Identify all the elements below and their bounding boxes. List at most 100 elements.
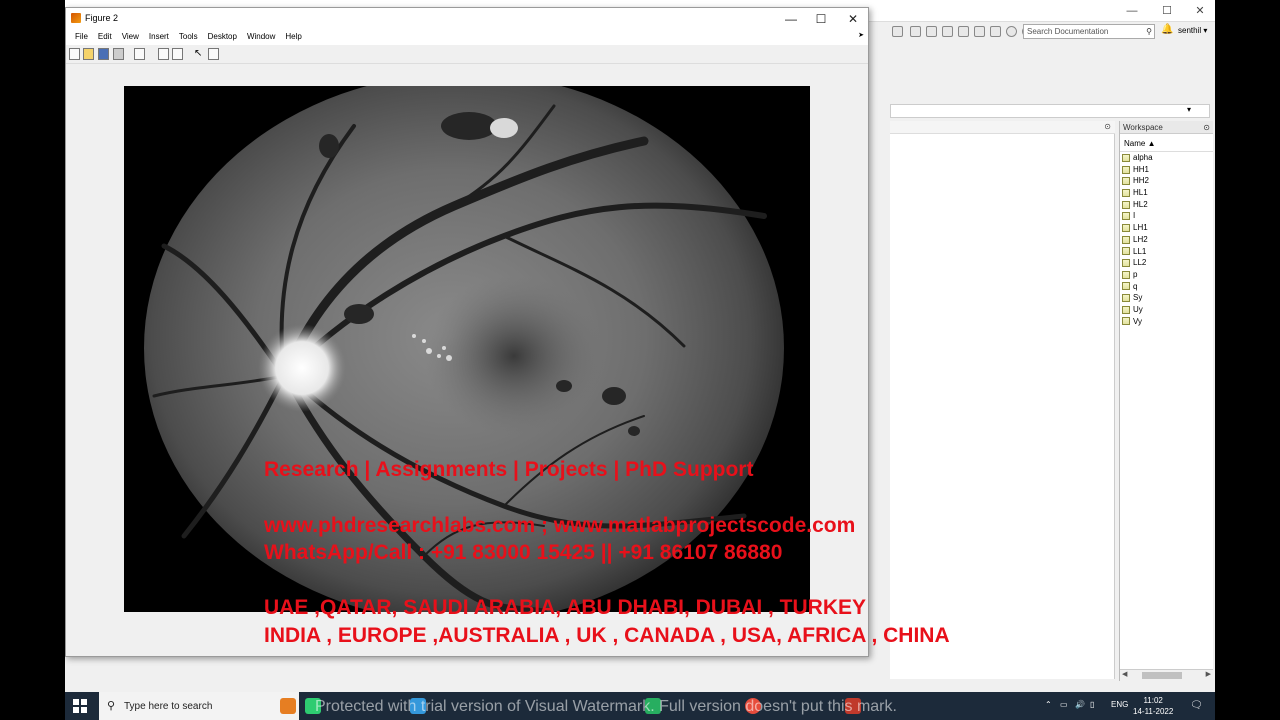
variable-icon (1122, 200, 1130, 209)
scrollbar-thumb[interactable] (1142, 672, 1182, 679)
workspace-variable-row[interactable]: Sy (1120, 292, 1213, 304)
language-indicator[interactable]: ENG (1111, 700, 1128, 709)
variable-icon (1122, 153, 1130, 162)
overlay-text-services: Research | Assignments | Projects | PhD … (264, 458, 754, 481)
close-icon[interactable]: ✕ (838, 11, 868, 27)
cut-icon[interactable] (926, 26, 937, 37)
clock-date: 14-11-2022 (1133, 707, 1174, 716)
undo-icon[interactable] (974, 26, 985, 37)
variable-icon (1122, 294, 1130, 303)
link-plot-icon[interactable] (134, 48, 145, 60)
variable-icon (1122, 317, 1130, 326)
variable-name: HH1 (1133, 164, 1150, 174)
variable-name: LL2 (1133, 258, 1147, 268)
paste-icon[interactable] (958, 26, 969, 37)
figure-menubar: File Edit View Insert Tools Desktop Window Help… (66, 29, 868, 45)
variable-name: q (1133, 281, 1138, 291)
notification-center-icon[interactable]: 🗨 (1190, 700, 1203, 711)
command-window-header: ⊙ (890, 121, 1115, 134)
workspace-variable-row[interactable]: HL1 (1120, 187, 1213, 199)
variable-name: HL1 (1133, 188, 1148, 198)
workspace-variable-row[interactable]: Uy (1120, 304, 1213, 316)
column-header-name[interactable]: Name ▲ (1120, 134, 1213, 152)
network-icon[interactable]: ▭ (1060, 700, 1068, 709)
variable-name: alpha (1133, 153, 1153, 162)
chevron-down-icon[interactable]: ▾ (1187, 105, 1191, 114)
search-icon[interactable]: ⚲ (1146, 25, 1152, 38)
variable-icon (1122, 165, 1130, 174)
figure-titlebar: Figure 2 — ☐ ✕ (66, 8, 868, 29)
back-icon[interactable] (892, 26, 903, 37)
command-window[interactable] (890, 134, 1115, 679)
variable-name: p (1133, 269, 1138, 279)
search-documentation-input[interactable]: Search Documentation ⚲ (1023, 24, 1155, 39)
new-figure-icon[interactable] (69, 48, 80, 60)
workspace-variable-row[interactable]: HL2 (1120, 199, 1213, 211)
workspace-variable-row[interactable]: HH1 (1120, 164, 1213, 176)
workspace-variable-row[interactable]: q (1120, 281, 1213, 293)
workspace-variable-row[interactable]: HH2 (1120, 175, 1213, 187)
letterbox-left (0, 0, 65, 720)
volume-icon[interactable]: 🔊 (1075, 700, 1085, 709)
insert-legend-icon[interactable] (172, 48, 183, 60)
insert-colorbar-icon[interactable] (158, 48, 169, 60)
close-icon[interactable]: ✕ (1193, 4, 1207, 18)
menu-edit[interactable]: Edit (93, 29, 117, 45)
workspace-variable-row[interactable]: LL2 (1120, 257, 1213, 269)
property-inspector-icon[interactable] (208, 48, 219, 60)
scroll-right-icon[interactable]: ▶ (1206, 670, 1211, 678)
variable-name: LL1 (1133, 246, 1147, 256)
maximize-icon[interactable]: ☐ (1160, 4, 1174, 18)
menu-tools[interactable]: Tools (174, 29, 203, 45)
desktop: — ☐ ✕ Search Documentation ⚲ 🔔 senthil ▾… (65, 0, 1215, 692)
copy-icon[interactable] (942, 26, 953, 37)
panel-menu-icon[interactable]: ⊙ (1203, 121, 1210, 134)
menu-window[interactable]: Window (242, 29, 280, 45)
variable-name: LH2 (1133, 234, 1148, 244)
panel-menu-icon[interactable]: ⊙ (1104, 122, 1111, 131)
taskbar-search-input[interactable]: ⚲ Type here to search (99, 692, 299, 720)
workspace-variable-row[interactable]: p (1120, 269, 1213, 281)
taskbar: ⚲ Type here to search Protected with tri… (65, 692, 1215, 720)
workspace-variable-row[interactable]: Vy (1120, 316, 1213, 328)
save-icon[interactable] (98, 48, 109, 60)
print-icon[interactable] (113, 48, 124, 60)
minimize-icon[interactable]: — (776, 11, 806, 27)
scroll-left-icon[interactable]: ◀ (1122, 670, 1127, 678)
overlay-text-regions-1: UAE ,QATAR, SAUDI ARABIA, ABU DHABI, DUB… (264, 596, 866, 619)
minimize-icon[interactable]: — (1125, 4, 1139, 18)
maximize-icon[interactable]: ☐ (806, 11, 836, 27)
variable-name: I (1133, 211, 1136, 221)
help-icon[interactable] (1006, 26, 1017, 37)
workspace-variable-row[interactable]: LH2 (1120, 234, 1213, 246)
current-folder-path[interactable]: ▾ (890, 104, 1210, 118)
show-hidden-icons-icon[interactable]: ⌃ (1045, 700, 1052, 709)
overlay-text-contact: WhatsApp/Call : +91 83000 15425 || +91 8… (264, 541, 783, 564)
pointer-icon[interactable]: ↖ (194, 48, 205, 60)
workspace-variable-row[interactable]: alpha (1120, 152, 1213, 164)
taskbar-app-icon[interactable] (280, 698, 296, 714)
windows-start-icon[interactable] (73, 699, 87, 713)
battery-icon[interactable]: ▯ (1090, 700, 1094, 709)
menu-insert[interactable]: Insert (144, 29, 174, 45)
user-name: senthil (1178, 26, 1202, 35)
redo-icon[interactable] (990, 26, 1001, 37)
workspace-variable-row[interactable]: LH1 (1120, 222, 1213, 234)
menu-view[interactable]: View (117, 29, 144, 45)
variable-icon (1122, 223, 1130, 232)
variable-name: Vy (1133, 316, 1143, 326)
menu-desktop[interactable]: Desktop (203, 29, 242, 45)
horizontal-scrollbar[interactable]: ◀ ▶ (1120, 669, 1213, 681)
overlay-text-regions-2: INDIA , EUROPE ,AUSTRALIA , UK , CANADA … (264, 624, 950, 647)
figure-canvas (67, 66, 867, 655)
workspace-variable-row[interactable]: LL1 (1120, 246, 1213, 258)
menu-file[interactable]: File (70, 29, 93, 45)
notification-bell-icon[interactable]: 🔔 (1161, 24, 1173, 35)
menu-help[interactable]: Help (280, 29, 306, 45)
open-file-icon[interactable] (83, 48, 94, 60)
clock[interactable]: 11:02 14-11-2022 (1133, 695, 1173, 717)
menu-overflow-icon[interactable]: ➤ (858, 31, 864, 39)
workspace-variable-row[interactable]: I (1120, 210, 1213, 222)
user-account-menu[interactable]: senthil ▾ (1178, 26, 1207, 35)
forward-icon[interactable] (910, 26, 921, 37)
